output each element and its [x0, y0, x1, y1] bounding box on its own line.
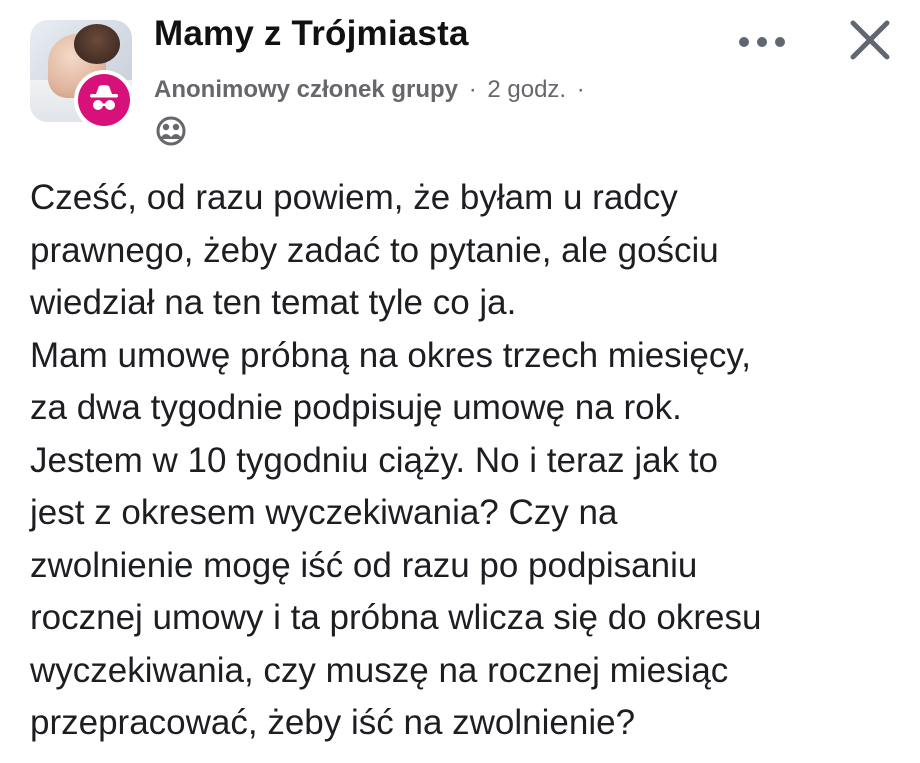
- author-name[interactable]: Anonimowy członek grupy: [154, 76, 458, 103]
- post-text-line: rocznej umowy i ta próbna wlicza się do …: [30, 598, 762, 637]
- anonymous-member-badge: [74, 70, 134, 130]
- post-text-line: za dwa tygodnie podpisuję umowę na rok.: [30, 388, 682, 427]
- post-card: Mamy z Trójmiasta Anonimowy członek grup…: [0, 0, 920, 763]
- post-meta: Anonimowy członek grupy · 2 godz. ·: [154, 76, 589, 104]
- anonymous-icon: [90, 85, 118, 110]
- post-time[interactable]: 2 godz.: [487, 76, 566, 103]
- close-button[interactable]: [844, 14, 896, 66]
- meta-separator: ·: [468, 76, 477, 103]
- group-avatar[interactable]: [30, 20, 134, 130]
- post-text-line: wiedział na ten temat tyle co ja.: [30, 283, 517, 322]
- post-text-line: Jestem w 10 tygodniu ciąży. No i teraz j…: [30, 440, 718, 480]
- post-text-line: Mam umowę próbną na okres trzech miesięc…: [30, 335, 752, 375]
- meta-separator-trailing: ·: [576, 76, 585, 103]
- more-options-button[interactable]: [732, 22, 792, 62]
- group-name[interactable]: Mamy z Trójmiasta: [154, 14, 469, 54]
- post-text-line: Cześć, od razu powiem, że byłam u radcy: [30, 178, 678, 217]
- post-text-line: jest z okresem wyczekiwania? Czy na: [30, 493, 618, 532]
- more-options-icon: [739, 37, 785, 47]
- post-text: Cześć, od razu powiem, że byłam u radcy …: [30, 172, 900, 750]
- group-members-icon[interactable]: [154, 114, 188, 148]
- post-text-line: przepracować, żeby iść na zwolnienie?: [30, 703, 636, 742]
- close-icon: [850, 20, 890, 60]
- post-text-line: zwolnienie mogę iść od razu po podpisani…: [30, 545, 698, 585]
- post-text-line: wyczekiwania, czy muszę na rocznej miesi…: [30, 650, 729, 690]
- post-text-line: prawnego, żeby zadać to pytanie, ale goś…: [30, 230, 719, 270]
